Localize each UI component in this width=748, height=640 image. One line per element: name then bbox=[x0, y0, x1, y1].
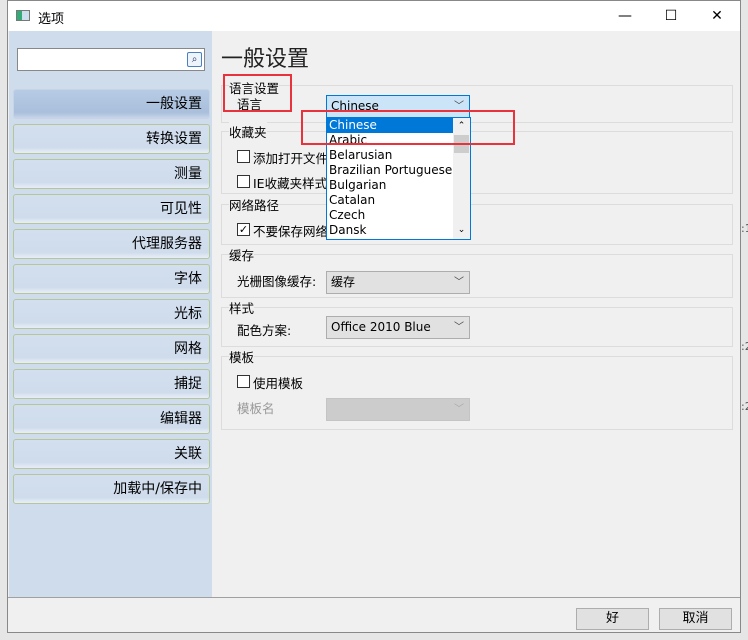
maximize-button[interactable]: ☐ bbox=[648, 1, 694, 31]
window-title: 选项 bbox=[38, 12, 65, 27]
group-label: 样式 bbox=[229, 298, 255, 317]
ok-button[interactable]: 好 bbox=[576, 608, 649, 630]
sidebar-item-proxy[interactable]: 代理服务器 bbox=[13, 229, 210, 259]
add-open-file-checkbox[interactable] bbox=[237, 150, 250, 163]
network-group: 网络路径 ✓ 不要保存网络 bbox=[221, 195, 733, 245]
search-icon[interactable]: ⌕ bbox=[187, 52, 202, 67]
sidebar-item-snap[interactable]: 捕捉 bbox=[13, 369, 210, 399]
background-text: :2 bbox=[741, 340, 748, 353]
style-group: 样式 配色方案: bbox=[221, 298, 733, 347]
sidebar-item-conversion[interactable]: 转换设置 bbox=[13, 124, 210, 154]
group-label: 收藏夹 bbox=[229, 122, 267, 141]
app-icon bbox=[16, 10, 30, 21]
background-text: :2 bbox=[741, 400, 748, 413]
template-name-label: 模板名 bbox=[237, 401, 275, 416]
use-template-label: 使用模板 bbox=[253, 376, 304, 391]
sidebar: ⌕ 一般设置 转换设置 测量 可见性 代理服务器 字体 光标 网格 捕捉 编辑器… bbox=[9, 31, 212, 597]
list-item[interactable]: Belarusian bbox=[327, 148, 454, 163]
chevron-down-icon: ﹀ bbox=[454, 404, 464, 415]
color-scheme-value: Office 2010 Blue bbox=[331, 320, 431, 334]
sidebar-item-grid[interactable]: 网格 bbox=[13, 334, 210, 364]
background-text: :1 bbox=[741, 222, 748, 235]
sidebar-item-load-save[interactable]: 加载中/保存中 bbox=[13, 474, 210, 504]
footer: 好 取消 bbox=[8, 597, 740, 634]
chevron-down-icon: ﹀ bbox=[454, 277, 464, 288]
chevron-down-icon[interactable]: ⌄ bbox=[453, 222, 470, 239]
template-name-dropdown: ﹀ bbox=[326, 398, 470, 421]
annotation-box bbox=[301, 110, 515, 145]
annotation-box bbox=[223, 74, 292, 112]
use-template-checkbox[interactable] bbox=[237, 375, 250, 388]
page-title: 一般设置 bbox=[221, 47, 310, 72]
search-input[interactable]: ⌕ bbox=[17, 48, 205, 71]
chevron-down-icon: ﹀ bbox=[454, 322, 464, 333]
sidebar-item-visibility[interactable]: 可见性 bbox=[13, 194, 210, 224]
raster-cache-dropdown[interactable]: 缓存 ﹀ bbox=[326, 271, 470, 294]
list-item[interactable]: Czech bbox=[327, 208, 454, 223]
list-item[interactable]: Dansk bbox=[327, 223, 454, 238]
dont-save-label: 不要保存网络 bbox=[253, 224, 329, 239]
list-item[interactable]: Catalan bbox=[327, 193, 454, 208]
cache-group: 缓存 光栅图像缓存: bbox=[221, 245, 733, 298]
raster-cache-label: 光栅图像缓存: bbox=[237, 274, 317, 289]
sidebar-item-general[interactable]: 一般设置 bbox=[13, 89, 210, 119]
title-bar[interactable]: 选项 — ☐ ✕ bbox=[8, 1, 740, 31]
sidebar-item-measure[interactable]: 测量 bbox=[13, 159, 210, 189]
color-scheme-dropdown[interactable]: Office 2010 Blue ﹀ bbox=[326, 316, 470, 339]
minimize-button[interactable]: — bbox=[602, 1, 648, 31]
sidebar-item-cursor[interactable]: 光标 bbox=[13, 299, 210, 329]
cancel-button[interactable]: 取消 bbox=[659, 608, 732, 630]
group-label: 模板 bbox=[229, 347, 255, 366]
add-open-file-label: 添加打开文件 bbox=[253, 151, 329, 166]
color-scheme-label: 配色方案: bbox=[237, 323, 292, 338]
ie-style-label: IE收藏夹样式 bbox=[253, 176, 328, 191]
ie-style-checkbox[interactable] bbox=[237, 175, 250, 188]
close-button[interactable]: ✕ bbox=[694, 1, 740, 31]
list-item[interactable]: Bulgarian bbox=[327, 178, 454, 193]
dont-save-checkbox[interactable]: ✓ bbox=[237, 223, 250, 236]
raster-cache-value: 缓存 bbox=[331, 275, 356, 289]
group-label: 网络路径 bbox=[229, 195, 280, 214]
template-group: 模板 使用模板 模板名 bbox=[221, 347, 733, 430]
list-item[interactable]: Brazilian Portuguese bbox=[327, 163, 454, 178]
sidebar-item-association[interactable]: 关联 bbox=[13, 439, 210, 469]
options-dialog: 选项 — ☐ ✕ ⌕ 一般设置 转换设置 测量 可见性 代理服务器 字体 光标 … bbox=[7, 0, 741, 633]
group-label: 缓存 bbox=[229, 245, 255, 264]
sidebar-item-editor[interactable]: 编辑器 bbox=[13, 404, 210, 434]
sidebar-item-font[interactable]: 字体 bbox=[13, 264, 210, 294]
